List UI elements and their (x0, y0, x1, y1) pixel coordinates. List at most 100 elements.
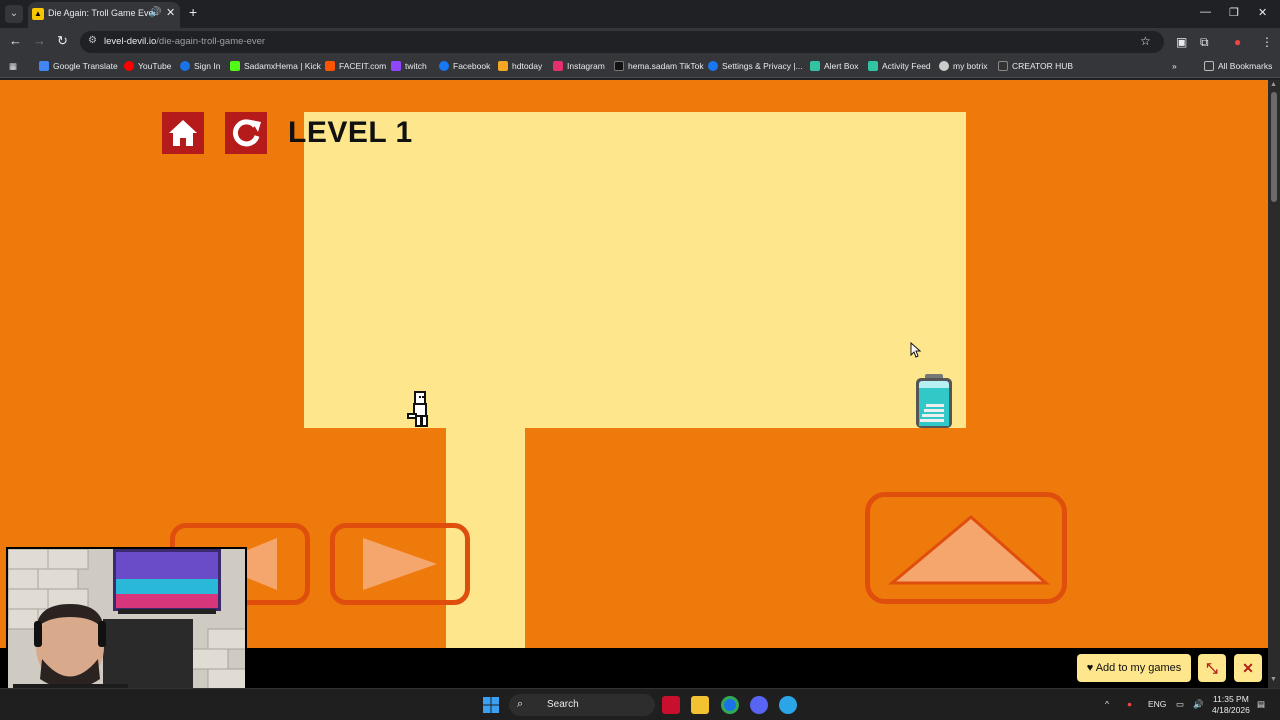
bookmark-label: SadamxHema | Kick (244, 61, 321, 71)
alertbox-icon (810, 61, 820, 71)
bookmark-item[interactable]: hdtoday (498, 61, 542, 71)
microphone-icon[interactable]: ● (1127, 699, 1132, 709)
player-character (407, 391, 428, 427)
bookmark-star-icon[interactable]: ☆ (1140, 34, 1151, 48)
signin-icon (180, 61, 190, 71)
more-bookmarks-icon[interactable]: » (1172, 61, 1177, 71)
volume-icon[interactable]: 🔊 (1193, 699, 1204, 710)
minimize-icon[interactable]: — (1200, 6, 1211, 18)
twitch-icon (391, 61, 401, 71)
notification-icon[interactable]: ▤ (1257, 699, 1265, 710)
taskbar-clock[interactable]: 11:35 PM 4/18/2026 (1212, 694, 1250, 716)
home-icon (169, 120, 197, 146)
bookmark-item[interactable]: Sign In (180, 61, 220, 71)
all-bookmarks[interactable]: All Bookmarks (1204, 61, 1272, 71)
room-area (304, 112, 966, 428)
extension-badge-icon[interactable]: ▣ (1176, 35, 1187, 49)
forward-icon[interactable]: → (33, 34, 46, 48)
fullscreen-icon[interactable]: ⤡ (1198, 654, 1226, 682)
bookmark-item[interactable]: CREATOR HUB (998, 61, 1073, 71)
audio-icon[interactable]: 🔊 (149, 7, 161, 18)
bookmark-label: CREATOR HUB (1012, 61, 1074, 71)
activity-icon (868, 61, 878, 71)
faceit-icon (325, 61, 335, 71)
all-bookmarks-label: All Bookmarks (1218, 61, 1273, 71)
bookmark-item[interactable]: Alert Box (810, 61, 859, 71)
tiktok-icon (614, 61, 624, 71)
bookmark-item[interactable]: Instagram (553, 61, 605, 71)
mouse-cursor-icon (910, 342, 922, 358)
language-indicator[interactable]: ENG (1148, 699, 1166, 709)
site-info-icon[interactable]: ⚙ (88, 35, 97, 46)
botrix-icon (939, 61, 949, 71)
bookmark-label: Activity Feed (882, 61, 931, 71)
scroll-up-icon[interactable]: ▲ (1270, 81, 1277, 88)
exit-door-icon (916, 374, 952, 428)
profile-avatar[interactable]: ● (1234, 35, 1241, 49)
voicemeeter-icon[interactable] (662, 696, 680, 714)
tab-close-icon[interactable]: ✕ (166, 6, 175, 19)
chrome-icon[interactable] (721, 696, 739, 714)
url-path: /die-again-troll-game-ever (156, 36, 266, 47)
url-domain: level-devil.io (104, 36, 157, 47)
bookmark-label: FACEIT.com (339, 61, 387, 71)
taskbar-search[interactable]: ⌕ Search (509, 694, 655, 716)
bookmark-item[interactable]: Google Translate (39, 61, 118, 71)
new-tab-icon[interactable]: + (189, 5, 197, 19)
discord-icon[interactable] (750, 696, 768, 714)
window-close-icon[interactable]: ✕ (1258, 6, 1267, 19)
restart-button[interactable] (225, 112, 267, 154)
bookmark-label: Settings & Privacy |... (722, 61, 803, 71)
home-button[interactable] (162, 112, 204, 154)
add-to-games-label: Add to my games (1095, 662, 1182, 674)
bookmark-item[interactable]: hema.sadam TikTok (614, 61, 704, 71)
bookmark-label: my botrix (953, 61, 988, 71)
taskbar-search-label: Search (547, 699, 579, 710)
network-icon[interactable]: ▭ (1176, 699, 1184, 710)
move-right-button[interactable] (330, 523, 470, 605)
browser-toolbar: ← → ↻ ⚙ level-devil.io/die-again-troll-g… (0, 28, 1280, 56)
right-arrow-icon (363, 538, 437, 590)
jump-button[interactable] (865, 492, 1067, 604)
bookmark-label: Alert Box (824, 61, 859, 71)
bookmark-item[interactable]: my botrix (939, 61, 987, 71)
add-to-my-games-button[interactable]: ♥ Add to my games (1077, 654, 1191, 682)
youtube-icon (124, 61, 134, 71)
extensions-icon[interactable]: ⧉ (1200, 35, 1209, 50)
close-game-icon[interactable]: ✕ (1234, 654, 1262, 682)
windows-start-icon[interactable] (483, 697, 499, 713)
bookmark-item[interactable]: Settings & Privacy |... (708, 61, 803, 71)
restore-icon[interactable]: ❐ (1229, 6, 1239, 19)
file-explorer-icon[interactable] (691, 696, 709, 714)
scroll-thumb[interactable] (1271, 92, 1277, 202)
back-icon[interactable]: ← (9, 34, 22, 48)
reload-icon[interactable]: ↻ (57, 34, 68, 48)
bookmark-label: twitch (405, 61, 427, 71)
bookmarks-bar: ▦ Google Translate YouTube Sign In Sadam… (0, 56, 1280, 78)
bookmark-item[interactable]: twitch (391, 61, 427, 71)
bookmark-item[interactable]: Activity Feed (868, 61, 931, 71)
bookmark-label: Instagram (567, 61, 605, 71)
apps-grid-icon[interactable]: ▦ (9, 61, 17, 72)
bookmark-item[interactable]: Facebook (439, 61, 490, 71)
hdtoday-icon (498, 61, 508, 71)
instagram-icon (553, 61, 563, 71)
bookmark-item[interactable]: FACEIT.com (325, 61, 386, 71)
bookmark-item[interactable]: SadamxHema | Kick (230, 61, 321, 71)
up-arrow-icon (887, 515, 1050, 585)
level-title: LEVEL 1 (288, 116, 413, 149)
app-icon[interactable] (779, 696, 797, 714)
tab-favicon-icon: ▲ (32, 8, 44, 20)
facebook-icon (439, 61, 449, 71)
bookmark-label: Facebook (453, 61, 491, 71)
page-scrollbar[interactable]: ▲ ▼ (1268, 80, 1280, 688)
bookmark-item[interactable]: YouTube (124, 61, 171, 71)
scroll-down-icon[interactable]: ▼ (1270, 676, 1277, 683)
screen: ⌄ ▲ Die Again: Troll Game Ever 🔊 ✕ + — ❐… (0, 0, 1280, 720)
bookmark-label: Sign In (194, 61, 221, 71)
tab-search-icon[interactable]: ⌄ (5, 5, 23, 23)
address-bar[interactable]: ⚙ level-devil.io/die-again-troll-game-ev… (80, 31, 1164, 53)
menu-icon[interactable]: ⋮ (1261, 35, 1273, 49)
tray-overflow-icon[interactable]: ^ (1105, 699, 1109, 709)
browser-tab[interactable]: ▲ Die Again: Troll Game Ever 🔊 ✕ (28, 2, 180, 28)
